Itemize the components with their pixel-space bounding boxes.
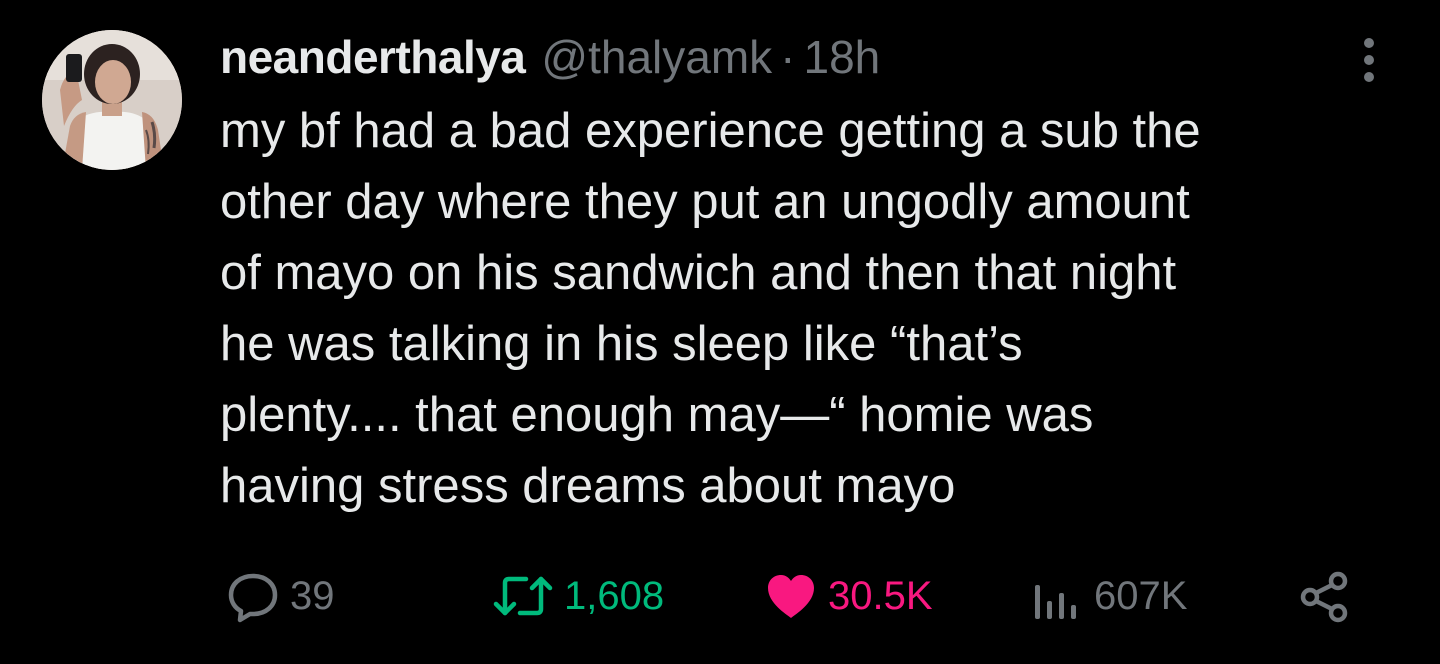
like-button[interactable]: 30.5K	[762, 566, 933, 626]
vertical-ellipsis-icon	[1364, 38, 1374, 82]
speech-bubble-icon	[228, 573, 278, 623]
avatar-photo	[42, 30, 182, 170]
header-separator: ·	[780, 31, 796, 83]
heart-filled-icon	[768, 575, 814, 618]
tweet-text: my bf had a bad experience getting a sub…	[220, 104, 1201, 513]
retweet-button[interactable]: 1,608	[490, 566, 664, 626]
retweet-count: 1,608	[564, 573, 665, 618]
like-count: 30.5K	[828, 573, 933, 618]
reply-button[interactable]: 39	[224, 566, 335, 626]
tweet-action-bar: 39 1,608 30.5K 607K	[0, 566, 1440, 626]
bar-chart-icon	[1035, 585, 1076, 619]
share-nodes-icon	[1300, 571, 1348, 623]
retweet-arrows-icon	[493, 576, 553, 616]
more-options-button[interactable]	[1354, 36, 1384, 84]
views-button[interactable]: 607K	[1030, 566, 1187, 626]
reply-count: 39	[290, 573, 335, 618]
author-handle[interactable]: @thalyamk	[541, 30, 772, 84]
share-button[interactable]	[1296, 566, 1354, 626]
tweet-header: neanderthalya @thalyamk · 18h	[220, 30, 880, 86]
tweet-timestamp[interactable]: 18h	[804, 30, 881, 84]
author-display-name[interactable]: neanderthalya	[220, 30, 526, 84]
view-count: 607K	[1094, 573, 1188, 618]
avatar[interactable]	[42, 30, 182, 170]
